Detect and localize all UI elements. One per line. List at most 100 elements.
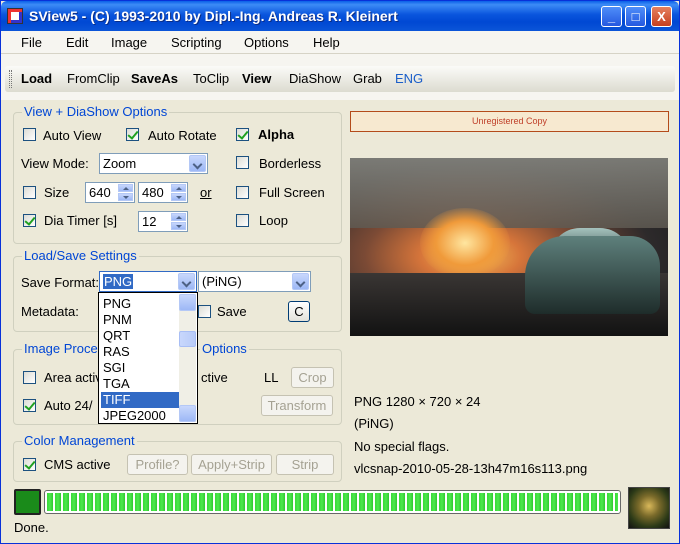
auto-rotate-checkbox[interactable]: [126, 128, 139, 141]
apply-strip-button[interactable]: Apply+Strip: [191, 454, 272, 475]
format-option-ras[interactable]: RAS: [101, 344, 179, 360]
alpha-checkbox[interactable]: [236, 128, 249, 141]
save-format-label: Save Format:: [21, 275, 100, 290]
metadata-label: Metadata:: [21, 304, 79, 319]
format-option-qrt[interactable]: QRT: [101, 328, 179, 344]
scroll-up-icon[interactable]: [179, 294, 196, 311]
saveas-button[interactable]: SaveAs: [131, 71, 178, 86]
diashow-button[interactable]: DiaShow: [289, 71, 341, 86]
menu-bar: File Edit Image Scripting Options Help: [1, 31, 679, 53]
view-button[interactable]: View: [242, 71, 271, 86]
title-bar[interactable]: SView5 - (C) 1993-2010 by Dipl.-Ing. And…: [1, 1, 679, 31]
spin-down-icon[interactable]: [171, 222, 186, 230]
language-button[interactable]: ENG: [395, 71, 423, 86]
progress-bar: [44, 490, 621, 514]
chevron-down-icon[interactable]: [292, 273, 309, 290]
save-metadata-label: Save: [217, 304, 247, 319]
strip-button[interactable]: Strip: [276, 454, 334, 475]
menu-edit[interactable]: Edit: [66, 35, 88, 50]
view-options-title: View + DiaShow Options: [22, 104, 170, 119]
c-button[interactable]: C: [288, 301, 310, 322]
auto-rotate-label: Auto Rotate: [148, 128, 217, 143]
scroll-down-icon[interactable]: [179, 405, 196, 422]
menu-file[interactable]: File: [21, 35, 42, 50]
toolbar-grip-icon[interactable]: [9, 70, 12, 88]
loop-checkbox[interactable]: [236, 214, 249, 227]
full-screen-label: Full Screen: [259, 185, 325, 200]
width-spinner[interactable]: [118, 184, 133, 201]
menu-scripting[interactable]: Scripting: [171, 35, 222, 50]
minimize-button[interactable]: _: [601, 6, 622, 27]
format-option-jpeg2000[interactable]: JPEG2000: [101, 408, 179, 424]
borderless-label: Borderless: [259, 156, 322, 171]
or-link[interactable]: or: [200, 185, 212, 200]
spin-up-icon[interactable]: [171, 213, 186, 221]
image-preview[interactable]: [350, 158, 668, 336]
close-button[interactable]: X: [651, 6, 672, 27]
image-processing-title: Image Proce: [22, 341, 100, 356]
format-option-tiff[interactable]: TIFF: [101, 392, 179, 408]
toclip-button[interactable]: ToClip: [193, 71, 229, 86]
chevron-down-icon[interactable]: [178, 273, 195, 290]
progress-fill: [47, 493, 618, 511]
width-value: 640: [89, 185, 111, 200]
height-spinner[interactable]: [171, 184, 186, 201]
format-option-pnm[interactable]: PNM: [101, 312, 179, 328]
crop-button[interactable]: Crop: [291, 367, 334, 388]
save-metadata-checkbox[interactable]: [198, 305, 211, 318]
load-save-title: Load/Save Settings: [22, 248, 139, 263]
spin-down-icon[interactable]: [171, 193, 186, 201]
status-indicator-icon: [14, 489, 41, 515]
main-window: SView5 - (C) 1993-2010 by Dipl.-Ing. And…: [0, 0, 680, 544]
dia-timer-label: Dia Timer [s]: [44, 213, 117, 228]
auto-view-checkbox[interactable]: [23, 128, 36, 141]
size-checkbox[interactable]: [23, 186, 36, 199]
image-format-desc: (PiNG): [354, 416, 394, 431]
menu-image[interactable]: Image: [111, 35, 147, 50]
app-icon: [7, 8, 23, 24]
cms-active-label: CMS active: [44, 457, 111, 472]
image-processing-title-right: Options: [200, 341, 249, 356]
area-active-checkbox[interactable]: [23, 371, 36, 384]
spin-up-icon[interactable]: [171, 184, 186, 192]
loop-label: Loop: [259, 213, 288, 228]
scroll-thumb[interactable]: [179, 331, 196, 347]
toolbar: Load FromClip SaveAs ToClip View DiaShow…: [1, 53, 679, 100]
height-input[interactable]: 480: [138, 182, 188, 203]
save-format-value: PNG: [103, 274, 134, 289]
menu-help[interactable]: Help: [313, 35, 340, 50]
transform-button[interactable]: Transform: [261, 395, 333, 416]
width-input[interactable]: 640: [85, 182, 135, 203]
size-label: Size: [44, 185, 70, 200]
dia-timer-spinner[interactable]: [171, 213, 186, 230]
full-screen-checkbox[interactable]: [236, 186, 249, 199]
menu-options[interactable]: Options: [244, 35, 289, 50]
profile-button[interactable]: Profile?: [127, 454, 188, 475]
chevron-down-icon[interactable]: [189, 155, 206, 172]
window-title: SView5 - (C) 1993-2010 by Dipl.-Ing. And…: [29, 8, 398, 24]
auto-24-checkbox[interactable]: [23, 399, 36, 412]
spin-down-icon[interactable]: [118, 193, 133, 201]
auto-24-label: Auto 24/: [44, 398, 93, 413]
dia-timer-input[interactable]: 12: [138, 211, 188, 232]
spin-up-icon[interactable]: [118, 184, 133, 192]
view-mode-select[interactable]: Zoom: [99, 153, 208, 174]
format-option-png[interactable]: PNG: [101, 296, 179, 312]
area-active-label: Area activ: [44, 370, 102, 385]
maximize-button[interactable]: □: [625, 6, 646, 27]
grab-button[interactable]: Grab: [353, 71, 382, 86]
format-desc-select[interactable]: (PiNG): [198, 271, 311, 292]
save-format-select[interactable]: PNG: [99, 271, 197, 292]
cms-active-checkbox[interactable]: [23, 458, 36, 471]
dia-timer-checkbox[interactable]: [23, 214, 36, 227]
image-filename: vlcsnap-2010-05-28-13h47m16s113.png: [354, 461, 588, 476]
format-option-tga[interactable]: TGA: [101, 376, 179, 392]
dropdown-scrollbar[interactable]: [179, 294, 196, 422]
fromclip-button[interactable]: FromClip: [67, 71, 120, 86]
borderless-checkbox[interactable]: [236, 156, 249, 169]
thumbnail-icon[interactable]: [628, 487, 670, 529]
load-button[interactable]: Load: [21, 71, 52, 86]
save-format-dropdown[interactable]: PNG PNM QRT RAS SGI TGA TIFF JPEG2000: [98, 292, 198, 424]
dia-timer-value: 12: [142, 214, 157, 229]
format-option-sgi[interactable]: SGI: [101, 360, 179, 376]
